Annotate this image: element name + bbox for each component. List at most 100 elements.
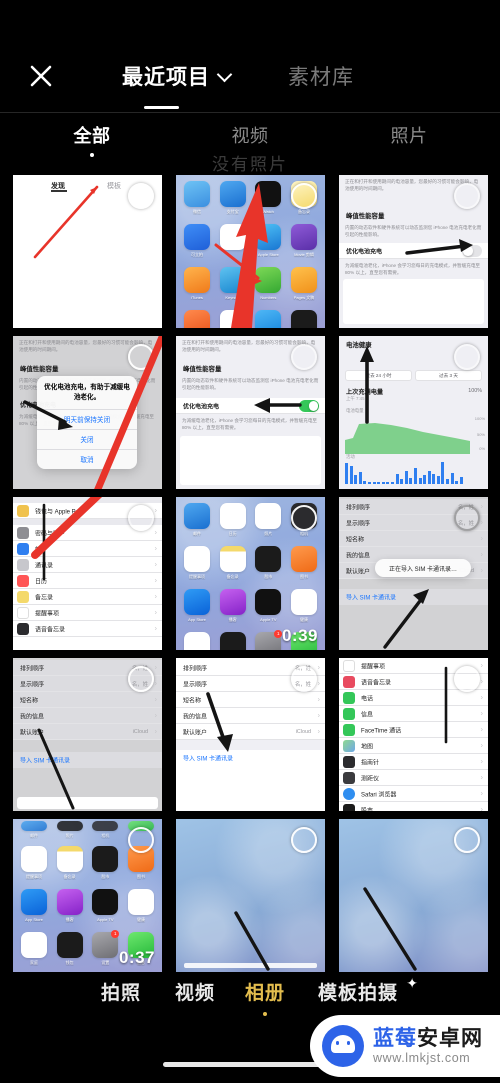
select-checkbox-15[interactable] <box>454 827 480 853</box>
chevron-down-icon[interactable] <box>218 67 232 81</box>
app-icon-tile[interactable]: App Store <box>21 889 47 923</box>
app-icon-tile[interactable]: 提醒事项 <box>184 546 210 580</box>
app-icon-tile[interactable]: 股市 <box>92 846 119 880</box>
select-checkbox-7[interactable] <box>128 505 154 531</box>
select-checkbox-8[interactable] <box>291 505 317 531</box>
import-sim-row[interactable]: 导入 SIM 卡通讯录 <box>13 752 162 768</box>
app-icon-tile[interactable]: 钱包 <box>219 632 246 650</box>
settings-row[interactable]: 地图 › <box>339 738 488 754</box>
filter-all[interactable]: 全部 <box>49 122 135 157</box>
app-icon-tile[interactable]: 微信 <box>184 181 210 215</box>
filter-video[interactable]: 视频 <box>207 122 293 157</box>
settings-row[interactable]: 指南针 › <box>339 754 488 770</box>
tab-material-library[interactable]: 素材库 <box>288 61 354 91</box>
app-icon-tile[interactable]: Movie 剪辑 <box>290 224 317 258</box>
select-checkbox-5[interactable] <box>291 344 317 370</box>
media-thumb-15[interactable] <box>339 819 488 972</box>
import-sim-row[interactable]: 导入 SIM 卡通讯录 <box>339 589 488 605</box>
media-thumb-14[interactable] <box>176 819 325 972</box>
optimize-battery-row[interactable]: 优化电池充电 <box>339 243 488 259</box>
seg-3d[interactable]: 过去 3 天 <box>415 370 482 381</box>
app-icon-tile[interactable]: 酷狗音乐 <box>255 310 282 328</box>
app-icon-tile[interactable]: 日历 <box>219 503 246 537</box>
settings-row[interactable]: 信息 › <box>339 706 488 722</box>
app-icon-tile[interactable]: 家庭 <box>184 632 210 650</box>
media-thumb-6[interactable]: 电池健康 过去 24 小时 过去 3 天 上次充满电量 100% 上午 7:45… <box>339 336 488 489</box>
app-icon-tile[interactable]: 邮件 <box>184 503 210 537</box>
app-icon-tile[interactable]: Keynote <box>219 267 246 301</box>
media-thumb-12[interactable]: 提醒事项 › 语音备忘录 › 电话 › 信息 › FaceTime 通话 › 地图 › 指南… <box>339 658 488 811</box>
mode-photo[interactable]: 拍照 <box>86 978 156 1016</box>
app-icon-tile[interactable]: 播客 <box>219 589 246 623</box>
app-icon-tile[interactable]: iTunes <box>184 267 210 301</box>
optimize-battery-toggle[interactable] <box>299 400 319 412</box>
app-icon-tile[interactable]: Numbers <box>255 267 282 301</box>
settings-row[interactable]: 语音备忘录 › <box>13 621 162 637</box>
settings-row[interactable]: 测距仪 › <box>339 770 488 786</box>
contacts-row[interactable]: 短名称 › <box>176 692 325 708</box>
select-checkbox-11[interactable] <box>291 666 317 692</box>
app-icon-tile[interactable]: 家庭 <box>21 932 47 966</box>
app-icon-tile[interactable]: Apple TV <box>92 889 119 923</box>
settings-row[interactable]: 邮件 › <box>13 541 162 557</box>
app-icon-tile[interactable]: Apple TV <box>255 589 282 623</box>
contacts-row[interactable]: 我的信息 › <box>176 708 325 724</box>
app-icon-tile[interactable]: 照片 <box>255 503 282 537</box>
app-icon-tile[interactable]: 股市 <box>255 546 282 580</box>
select-checkbox-3[interactable] <box>454 183 480 209</box>
app-icon-tile[interactable]: 照片 <box>56 821 83 839</box>
settings-row[interactable]: 提醒事项 › <box>13 605 162 621</box>
settings-row[interactable]: 通讯录 › <box>13 557 162 573</box>
import-sim-row[interactable]: 导入 SIM 卡通讯录 <box>176 750 325 766</box>
app-icon-tile[interactable]: Apple Store <box>255 224 282 258</box>
dialog-button-turn-off[interactable]: 关闭 <box>37 428 137 449</box>
select-checkbox-9[interactable] <box>454 505 480 531</box>
media-thumb-5[interactable]: 正在和打开和使用期间的电池容量，您最好的习惯可能会影响，电池使用的时间期间。 峰… <box>176 336 325 489</box>
contacts-row[interactable]: 默认账户iCloud› <box>13 724 162 740</box>
app-icon-tile[interactable]: 播客 <box>56 889 83 923</box>
media-thumb-9[interactable]: 排列顺序名，姓› 显示顺序名，姓› 短名称› 我的信息› 默认账户iCloud›… <box>339 497 488 650</box>
media-thumb-3[interactable]: 正在和打开和使用期间的电池容量，您最好的习惯可能会影响，电池使用的时间期间。 峰… <box>339 175 488 328</box>
contacts-row[interactable]: 短名称 › <box>13 692 162 708</box>
app-icon-tile[interactable]: QQ <box>219 310 246 328</box>
app-icon-tile[interactable]: 邮件 <box>21 821 47 839</box>
app-icon-tile[interactable]: 1设置 <box>255 630 283 650</box>
app-icon-tile[interactable] <box>219 224 246 258</box>
select-checkbox-12[interactable] <box>454 666 480 692</box>
app-icon-tile[interactable]: 1设置 <box>92 930 120 966</box>
contacts-row[interactable]: 我的信息 › <box>13 708 162 724</box>
app-icon-tile[interactable]: 可立拍 <box>184 224 210 258</box>
media-thumb-2[interactable]: 微信 支付宝 Watch 备忘录 可立拍 Apple Store Movie 剪… <box>176 175 325 328</box>
app-icon-tile[interactable]: 钱包 <box>56 932 83 966</box>
media-thumb-4[interactable]: 正在和打开和使用期间的电池容量，您最好的习惯可能会影响，电池使用的时间期间。 峰… <box>13 336 162 489</box>
app-icon-tile[interactable]: 健康 <box>290 589 317 623</box>
select-checkbox-4[interactable] <box>128 344 154 370</box>
mode-album[interactable]: 相册 <box>230 978 300 1016</box>
app-icon-tile[interactable]: App Store <box>184 589 210 623</box>
tab-recent-projects[interactable]: 最近项目 <box>122 61 232 91</box>
select-checkbox-10[interactable] <box>128 666 154 692</box>
optimize-battery-row[interactable]: 优化电池充电 <box>176 398 325 414</box>
dialog-button-keep-off[interactable]: 明天前保持关闭 <box>37 408 137 429</box>
select-checkbox-13[interactable] <box>128 827 154 853</box>
settings-row[interactable]: 股市 › <box>339 802 488 811</box>
mode-video[interactable]: 视频 <box>160 978 230 1016</box>
app-icon-tile[interactable]: 图书 <box>290 546 317 580</box>
app-icon-tile[interactable]: 备忘录 <box>56 846 83 880</box>
app-icon-tile[interactable]: 支付宝 <box>219 181 246 215</box>
app-icon-tile[interactable]: Pages 文稿 <box>290 267 317 301</box>
settings-row[interactable]: 电话 › <box>339 690 488 706</box>
settings-row[interactable]: 日历 › <box>13 573 162 589</box>
app-icon-tile[interactable]: Watch <box>255 181 282 215</box>
media-thumb-7[interactable]: 钱包与 Apple Pay › 密码与账户 › 邮件 › 通讯录 › 日历 › 备忘录 › … <box>13 497 162 650</box>
time-range-segmented[interactable]: 过去 24 小时 过去 3 天 <box>345 370 482 381</box>
app-icon-tile[interactable]: 备忘录 <box>219 546 246 580</box>
select-checkbox-2[interactable] <box>291 183 317 209</box>
media-thumb-8[interactable]: 邮件 日历 照片 相机 提醒事项 备忘录 股市 图书 App Store 播客 <box>176 497 325 650</box>
app-icon-tile[interactable]: 健康 <box>127 889 154 923</box>
select-checkbox-6[interactable] <box>454 344 480 370</box>
settings-row[interactable]: 备忘录 › <box>13 589 162 605</box>
contacts-row[interactable]: 短名称 › <box>339 531 488 547</box>
media-thumb-1[interactable]: 发现 模板 <box>13 175 162 328</box>
app-icon-tile[interactable]: 相机 <box>92 821 119 839</box>
